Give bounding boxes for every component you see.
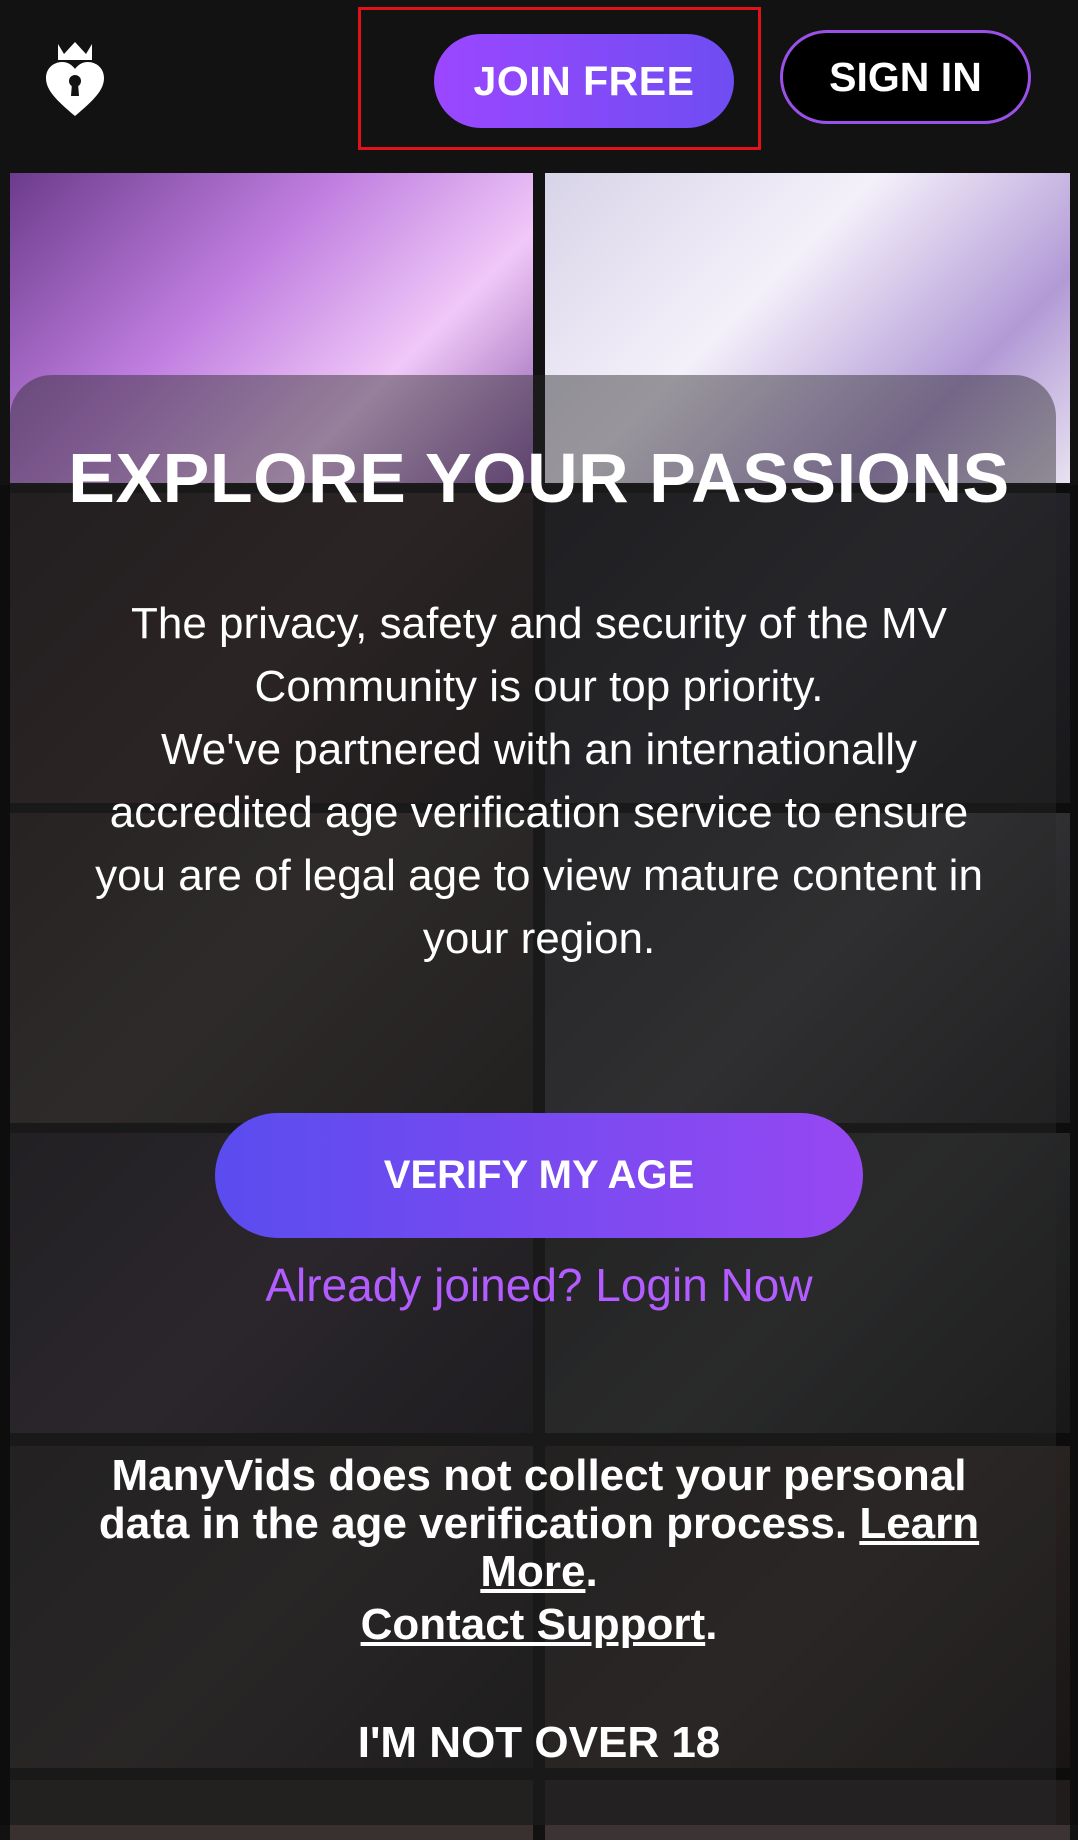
login-now-link[interactable]: Already joined? Login Now (0, 1258, 1078, 1312)
page-title: EXPLORE YOUR PASSIONS (68, 439, 1010, 517)
top-header: JOIN FREE SIGN IN (0, 0, 1078, 168)
join-free-button[interactable]: JOIN FREE (434, 34, 734, 128)
privacy-text: ManyVids does not collect your personal … (98, 1451, 967, 1548)
not-over-18-button[interactable]: I'M NOT OVER 18 (0, 1718, 1078, 1768)
join-free-highlight: JOIN FREE (358, 7, 761, 150)
privacy-period: . (585, 1547, 598, 1596)
heart-keyhole-crown-icon[interactable] (44, 38, 106, 118)
contact-period: . (705, 1600, 718, 1649)
description-privacy: The privacy, safety and security of the … (131, 599, 947, 711)
sign-in-button[interactable]: SIGN IN (780, 30, 1031, 124)
description-partner: We've partnered with an internationally … (95, 725, 983, 963)
contact-support-line: Contact Support. (0, 1600, 1078, 1650)
verify-my-age-button[interactable]: VERIFY MY AGE (215, 1113, 863, 1238)
contact-support-link[interactable]: Contact Support (361, 1600, 706, 1649)
age-verification-description: The privacy, safety and security of the … (70, 592, 1008, 970)
privacy-notice: ManyVids does not collect your personal … (80, 1452, 998, 1596)
